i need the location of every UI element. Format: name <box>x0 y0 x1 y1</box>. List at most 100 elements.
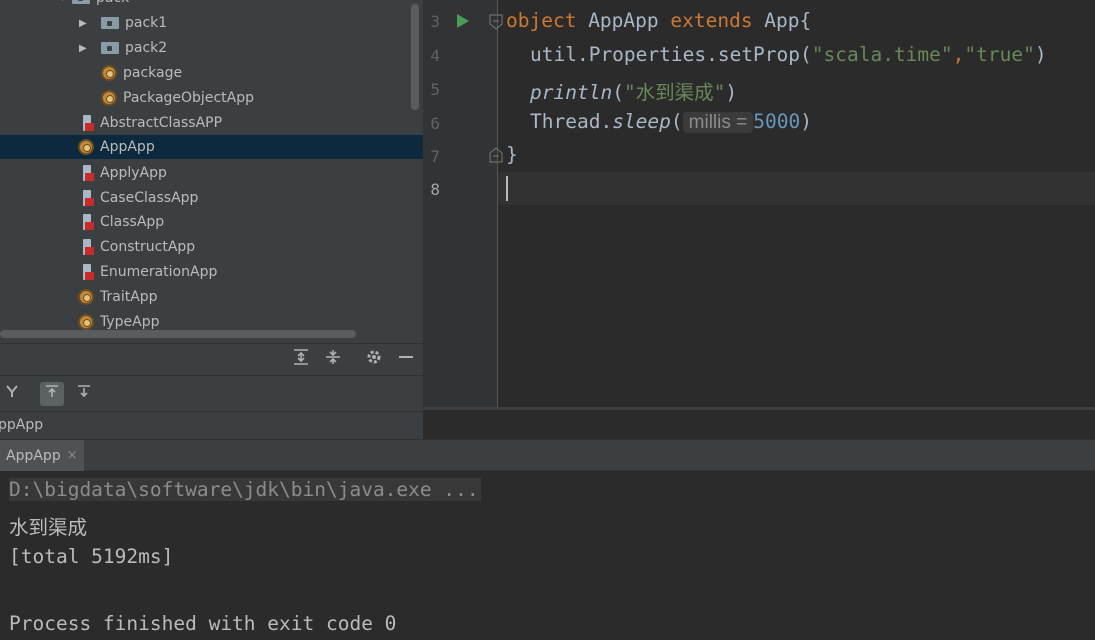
line-number: 6 <box>430 114 440 133</box>
run-tab-label: AppApp <box>6 447 61 464</box>
tree-item-label: pack2 <box>125 40 168 56</box>
scala-object-icon <box>101 90 117 106</box>
line-number: 3 <box>430 12 440 31</box>
scala-object-icon <box>78 314 94 330</box>
tree-item-label: CaseClassApp <box>100 190 199 206</box>
console-output-line: Process finished with exit code 0 <box>9 612 397 635</box>
string-token: "scala.time" <box>811 43 953 66</box>
gutter-divider <box>497 0 498 410</box>
identifier-token: App{ <box>752 9 812 32</box>
scala-class-icon <box>80 115 94 131</box>
scala-class-icon <box>80 165 94 181</box>
scala-object-icon <box>101 65 117 81</box>
tree-item-label: package <box>123 65 183 81</box>
tree-item-label: TraitApp <box>100 289 158 305</box>
fold-icon[interactable] <box>489 14 503 30</box>
console-command-line[interactable]: D:\bigdata\software\jdk\bin\java.exe ... <box>9 478 481 501</box>
show-supertypes-icon[interactable] <box>40 382 64 406</box>
code-line-5: println("水到渠成") <box>530 76 737 105</box>
text-caret <box>506 176 508 201</box>
tree-item-traitapp[interactable]: TraitApp <box>78 285 158 309</box>
punct-token: ( <box>612 81 624 104</box>
run-gutter-icon[interactable] <box>456 13 470 29</box>
function-token: sleep <box>612 110 671 133</box>
tree-item-label: pack <box>96 0 129 6</box>
scala-object-icon <box>78 139 94 155</box>
punct-token: , <box>952 43 965 66</box>
tree-item-caseclassapp[interactable]: CaseClassApp <box>80 186 198 210</box>
scala-class-icon <box>80 190 94 206</box>
code-line-4: util.Properties.setProp("scala.time","tr… <box>530 43 1047 66</box>
close-icon[interactable]: × <box>67 448 78 463</box>
chevron-right-icon[interactable]: ▶ <box>79 18 91 29</box>
tree-item-label: AbstractClassAPP <box>100 115 223 131</box>
code-line-3: object AppApp extends App{ <box>506 9 811 32</box>
structure-toolbar <box>0 375 423 412</box>
tree-vertical-scrollbar[interactable] <box>411 4 419 110</box>
tree-item-pack[interactable]: ▾ pack <box>60 0 129 10</box>
tree-item-label: ApplyApp <box>100 165 167 181</box>
tree-item-constructapp[interactable]: ConstructApp <box>80 235 195 259</box>
punct-token: ) <box>725 81 738 104</box>
tree-item-label: TypeApp <box>100 314 160 330</box>
run-tab-appapp[interactable]: AppApp × <box>0 440 84 471</box>
function-token: println <box>530 81 613 104</box>
tree-item-pack1[interactable]: ▶ pack1 <box>79 11 167 35</box>
tree-horizontal-scrollbar[interactable] <box>0 330 356 338</box>
current-line-highlight <box>423 172 1095 205</box>
breadcrumb-label: ppApp <box>0 417 44 433</box>
run-console[interactable]: D:\bigdata\software\jdk\bin\java.exe ...… <box>0 471 1095 640</box>
folder-icon <box>72 0 90 4</box>
tree-item-label: AppApp <box>100 139 155 155</box>
code-line-7: } <box>506 143 518 166</box>
tree-item-enumerationapp[interactable]: EnumerationApp <box>80 260 217 284</box>
parameter-hint: millis = <box>682 112 754 133</box>
keyword-token: object <box>506 9 577 32</box>
gear-icon[interactable] <box>362 348 386 372</box>
punct-token: ( <box>670 110 683 133</box>
tree-item-applyapp[interactable]: ApplyApp <box>80 161 167 185</box>
tree-item-label: EnumerationApp <box>100 264 218 280</box>
structure-panel-header <box>0 343 423 376</box>
keyword-token: extends <box>670 9 753 32</box>
string-token: "true" <box>964 43 1035 66</box>
line-number: 7 <box>430 147 440 166</box>
tree-item-label: ClassApp <box>100 214 165 230</box>
tree-item-pack2[interactable]: ▶ pack2 <box>79 36 167 60</box>
scala-object-icon <box>78 289 94 305</box>
scala-class-icon <box>80 264 94 280</box>
expand-all-icon[interactable] <box>289 348 313 372</box>
tree-item-abstractclassapp[interactable]: AbstractClassAPP <box>80 111 222 135</box>
tree-item-package[interactable]: package <box>101 61 182 85</box>
line-number: 5 <box>430 80 440 99</box>
tree-item-label: pack1 <box>125 15 168 31</box>
identifier-token: util.Properties.setProp( <box>530 43 812 66</box>
line-number: 4 <box>430 46 440 65</box>
editor-bottom-border <box>423 407 1095 410</box>
line-number: 8 <box>430 180 440 199</box>
fold-end-icon[interactable] <box>489 147 503 163</box>
folder-icon <box>101 17 119 29</box>
chevron-down-icon[interactable]: ▾ <box>60 0 72 4</box>
console-output-line: 水到渠成 <box>9 516 88 539</box>
collapse-all-icon[interactable] <box>321 348 345 372</box>
tree-item-packageobjectapp[interactable]: PackageObjectApp <box>101 86 254 110</box>
show-subtypes-icon[interactable] <box>72 382 96 406</box>
tree-item-label: ConstructApp <box>100 239 196 255</box>
punct-token: ) <box>800 110 812 133</box>
code-line-6: Thread.sleep(millis = 5000) <box>530 110 812 134</box>
tree-item-appapp[interactable]: AppApp <box>0 135 423 159</box>
console-output-line: [total 5192ms] <box>9 545 174 568</box>
project-tree: ▾ pack ▶ pack1 ▶ pack2 package PackageOb… <box>0 0 423 343</box>
tree-item-classapp[interactable]: ClassApp <box>80 210 164 234</box>
minimize-icon[interactable] <box>394 348 418 372</box>
number-token: 5000 <box>753 110 801 133</box>
tree-item-label: PackageObjectApp <box>123 90 254 106</box>
chevron-right-icon[interactable]: ▶ <box>79 43 91 54</box>
scala-class-icon <box>80 214 94 230</box>
hierarchy-icon[interactable] <box>0 382 24 406</box>
folder-icon <box>101 42 119 54</box>
string-token: "水到渠成" <box>623 81 726 104</box>
scala-class-icon <box>80 239 94 255</box>
identifier-token: AppApp <box>576 9 671 32</box>
